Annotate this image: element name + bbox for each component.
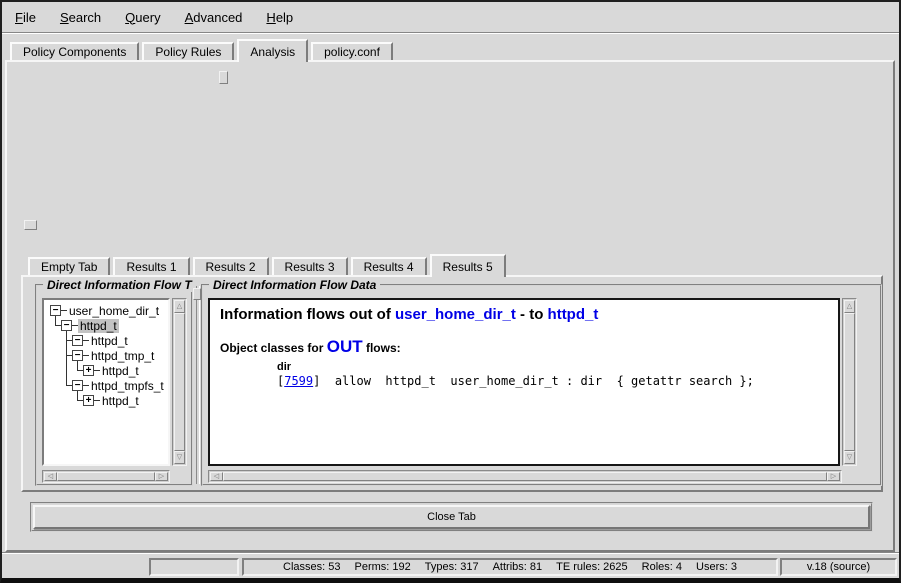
- flow-data-textarea[interactable]: Information flows out of user_home_dir_t…: [208, 298, 840, 466]
- te-rule-line: [7599] allow httpd_t user_home_dir_t : d…: [277, 374, 828, 388]
- policy-version-text: v.18 (source): [807, 561, 870, 573]
- apol-window: File Search Query Advanced Help Policy C…: [0, 0, 901, 583]
- tab-results-2[interactable]: Results 2: [193, 257, 269, 275]
- flow-tree[interactable]: user_home_dir_t httpd_t httpd_t httpd_tm…: [42, 298, 170, 466]
- tab-empty[interactable]: Empty Tab: [28, 257, 110, 275]
- data-vscrollbar[interactable]: [842, 298, 857, 466]
- stat-attribs: Attribs: 81: [493, 561, 543, 573]
- tree-minus-icon[interactable]: [72, 380, 83, 391]
- stat-te-rules: TE rules: 2625: [556, 561, 628, 573]
- stat-classes: Classes: 53: [283, 561, 340, 573]
- pane-sash-handle[interactable]: [193, 288, 201, 300]
- menu-bar: File Search Query Advanced Help: [2, 2, 899, 33]
- scroll-thumb[interactable]: [844, 313, 855, 451]
- tree-node[interactable]: httpd_t: [72, 333, 130, 348]
- tree-node[interactable]: user_home_dir_t: [50, 303, 161, 318]
- scroll-left-icon[interactable]: [44, 472, 57, 481]
- scroll-thumb[interactable]: [57, 472, 155, 481]
- tree-hscrollbar[interactable]: [42, 470, 170, 483]
- close-tab-button[interactable]: Close Tab: [33, 505, 870, 529]
- scroll-up-icon[interactable]: [844, 300, 855, 313]
- tree-node-label[interactable]: httpd_t: [100, 364, 141, 378]
- status-box-version: v.18 (source): [780, 558, 897, 576]
- scroll-left-icon[interactable]: [210, 472, 223, 481]
- stat-perms: Perms: 192: [355, 561, 411, 573]
- tree-node-label[interactable]: httpd_tmpfs_t: [89, 379, 166, 393]
- flow-tree-legend: Direct Information Flow T: [43, 278, 196, 292]
- stat-types: Types: 317: [425, 561, 479, 573]
- stat-roles: Roles: 4: [642, 561, 682, 573]
- main-tab-bar: Policy Components Policy Rules Analysis …: [10, 39, 396, 60]
- tree-minus-icon[interactable]: [72, 335, 83, 346]
- object-class-name: dir: [277, 361, 828, 373]
- tree-plus-icon[interactable]: [83, 365, 94, 376]
- tree-node-label-selected[interactable]: httpd_t: [78, 319, 119, 333]
- tab-policy-rules[interactable]: Policy Rules: [142, 42, 234, 60]
- close-tab-frame: Close Tab: [30, 502, 873, 532]
- menu-file[interactable]: File: [15, 10, 36, 25]
- rule-number-link[interactable]: 7599: [284, 374, 313, 388]
- stat-users: Users: 3: [696, 561, 737, 573]
- end-type-text: httpd_t: [548, 306, 599, 323]
- tree-node-label[interactable]: httpd_t: [100, 394, 141, 408]
- flow-header: Information flows out of user_home_dir_t…: [220, 306, 828, 323]
- menu-help[interactable]: Help: [266, 10, 293, 25]
- scroll-thumb[interactable]: [174, 313, 185, 451]
- menu-search[interactable]: Search: [60, 10, 101, 25]
- tree-node[interactable]: httpd_t: [83, 393, 141, 408]
- scroll-right-icon[interactable]: [155, 472, 168, 481]
- tree-plus-icon[interactable]: [83, 395, 94, 406]
- tree-node[interactable]: httpd_tmp_t: [72, 348, 156, 363]
- status-bar: Classes: 53 Perms: 192 Types: 317 Attrib…: [2, 552, 899, 578]
- pane-sash-handle[interactable]: [219, 71, 228, 84]
- pane-sash-line: [196, 286, 200, 484]
- tree-node[interactable]: httpd_t: [83, 363, 141, 378]
- pane-sash-handle[interactable]: [24, 220, 37, 230]
- scroll-up-icon[interactable]: [174, 300, 185, 313]
- data-hscrollbar[interactable]: [208, 470, 842, 483]
- flow-data-legend: Direct Information Flow Data: [209, 278, 380, 292]
- object-classes-line: Object classes for OUT flows:: [220, 337, 828, 357]
- results-tab-bar: Empty Tab Results 1 Results 2 Results 3 …: [28, 254, 509, 275]
- tab-results-4[interactable]: Results 4: [351, 257, 427, 275]
- flow-direction-text: OUT: [327, 337, 363, 356]
- tree-minus-icon[interactable]: [61, 320, 72, 331]
- tab-policy-components[interactable]: Policy Components: [10, 42, 139, 60]
- start-type-text: user_home_dir_t: [395, 306, 516, 323]
- tab-results-3[interactable]: Results 3: [272, 257, 348, 275]
- scroll-thumb[interactable]: [223, 472, 827, 481]
- tree-minus-icon[interactable]: [50, 305, 61, 316]
- tree-minus-icon[interactable]: [72, 350, 83, 361]
- status-box-empty: [149, 558, 239, 576]
- scroll-right-icon[interactable]: [827, 472, 840, 481]
- tree-node-label[interactable]: httpd_tmp_t: [89, 349, 156, 363]
- scroll-down-icon[interactable]: [174, 451, 185, 464]
- flow-tree-panel: Direct Information Flow T user_home_dir_…: [35, 284, 193, 486]
- tree-node-label[interactable]: user_home_dir_t: [67, 304, 161, 318]
- tab-policy-conf[interactable]: policy.conf: [311, 42, 393, 60]
- tab-analysis[interactable]: Analysis: [237, 39, 308, 62]
- tab-results-5[interactable]: Results 5: [430, 254, 506, 277]
- tree-node[interactable]: httpd_tmpfs_t: [72, 378, 166, 393]
- tree-node[interactable]: httpd_t: [61, 318, 119, 333]
- tab-results-1[interactable]: Results 1: [113, 257, 189, 275]
- flow-data-panel: Direct Information Flow Data Information…: [201, 284, 882, 486]
- tree-vscrollbar[interactable]: [172, 298, 187, 466]
- menu-advanced[interactable]: Advanced: [185, 10, 243, 25]
- status-box-stats: Classes: 53 Perms: 192 Types: 317 Attrib…: [242, 558, 778, 576]
- menu-query[interactable]: Query: [125, 10, 160, 25]
- tree-node-label[interactable]: httpd_t: [89, 334, 130, 348]
- scroll-down-icon[interactable]: [844, 451, 855, 464]
